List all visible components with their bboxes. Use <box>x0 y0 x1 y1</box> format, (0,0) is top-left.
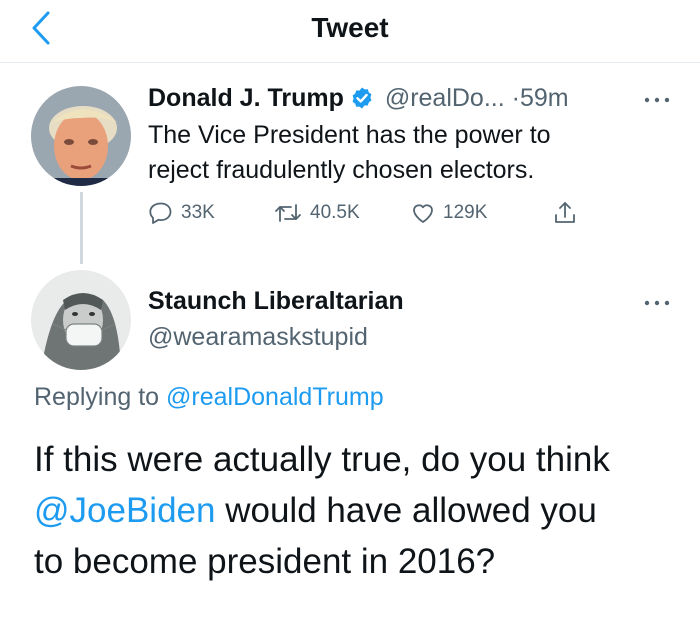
timestamp[interactable]: 59m <box>520 84 569 112</box>
top-bar: Tweet <box>0 0 700 63</box>
reply-text-fragment: would have allowed you <box>215 491 597 530</box>
replying-to: Replying to @realDonaldTrump <box>34 383 384 412</box>
separator-dot: · <box>511 84 520 112</box>
retweet-count: 40.5K <box>310 202 360 223</box>
like-count: 129K <box>443 202 488 223</box>
reply-text-line: @JoeBiden would have allowed you <box>34 485 684 536</box>
more-icon <box>644 97 670 103</box>
retweet-icon <box>275 204 301 222</box>
reply-count: 33K <box>181 202 215 223</box>
retweet-button[interactable]: 40.5K <box>273 200 360 226</box>
reply-icon <box>149 202 172 224</box>
reply-author-name[interactable]: Staunch Liberaltarian <box>148 287 404 316</box>
reply-text: If this were actually true, do you think… <box>34 434 684 587</box>
tweet-actions: 33K 40.5K 129K <box>148 200 598 234</box>
reply-more-options-button[interactable] <box>640 296 674 310</box>
author-name[interactable]: Donald J. Trump <box>148 84 344 112</box>
thread-line <box>80 192 83 264</box>
heart-icon <box>413 204 433 223</box>
share-button[interactable] <box>552 200 578 226</box>
reply-text-line: If this were actually true, do you think <box>34 440 610 479</box>
share-icon <box>555 202 575 223</box>
mention-link[interactable]: @JoeBiden <box>34 491 215 530</box>
reply-author-handle[interactable]: @wearamaskstupid <box>148 323 368 352</box>
avatar-trump[interactable] <box>31 86 131 186</box>
author-handle[interactable]: @realDo... <box>385 84 505 112</box>
like-button[interactable]: 129K <box>410 200 487 226</box>
reply-text-line: to become president in 2016? <box>34 542 496 581</box>
replying-to-label: Replying to <box>34 383 160 411</box>
tweet-text-line: The Vice President has the power to <box>148 121 551 149</box>
replying-to-link[interactable]: @realDonaldTrump <box>166 383 384 411</box>
tweet-text-line: reject fraudulently chosen electors. <box>148 156 535 184</box>
tweet-text: The Vice President has the power to reje… <box>148 118 668 188</box>
reply-button[interactable]: 33K <box>148 200 215 226</box>
page-title: Tweet <box>311 12 389 43</box>
tweet-header: Donald J. Trump @realDo... ·59m <box>148 84 688 120</box>
verified-badge-icon <box>350 86 374 117</box>
avatar-staunch-liberaltarian[interactable] <box>31 270 131 370</box>
more-icon <box>644 300 670 306</box>
more-options-button[interactable] <box>640 93 674 107</box>
